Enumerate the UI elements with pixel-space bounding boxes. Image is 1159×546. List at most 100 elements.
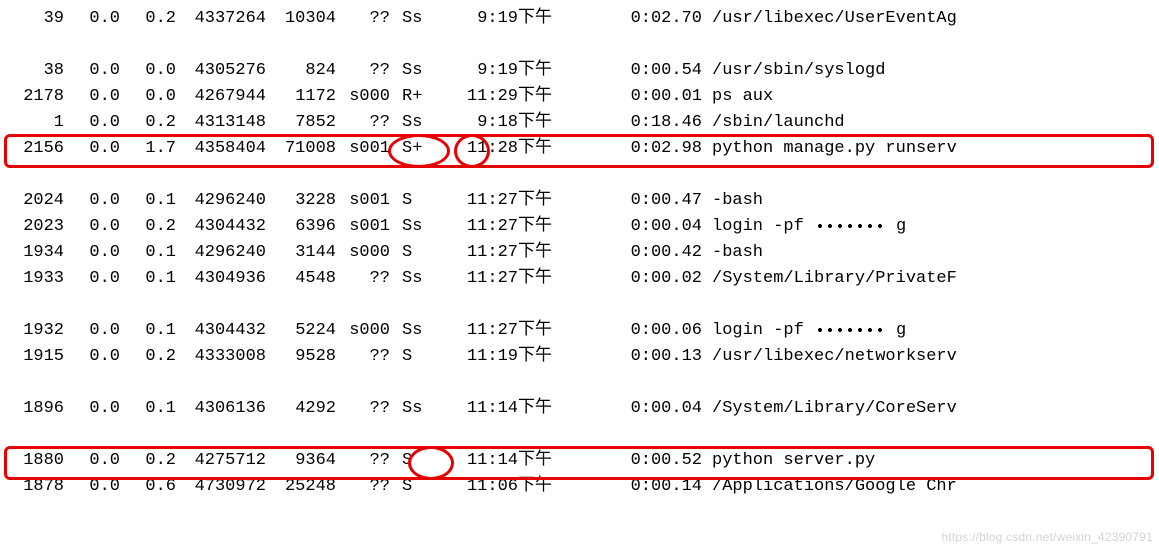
col-tty: s001 [336,214,390,240]
col-command: ps aux [702,84,773,110]
col-rss: 3228 [266,188,336,214]
col-time: 0:00.47 [552,188,702,214]
cmd-suffix: g [896,217,906,236]
col-pid: 1932 [14,318,64,344]
col-command: /Applications/Google Chr [702,474,957,500]
col-stat: Ss [390,6,442,32]
col-cpu: 0.0 [64,214,120,240]
col-vsz: 4304432 [176,214,266,240]
col-mem: 0.2 [120,344,176,370]
cmd-prefix: login -pf [712,321,814,340]
col-start: 11:06下午 [442,474,552,500]
col-stat: Ss [390,266,442,292]
process-row: 19150.00.243330089528??S11:19下午0:00.13/u… [14,344,1145,370]
col-vsz: 4333008 [176,344,266,370]
col-vsz: 4358404 [176,136,266,162]
col-stat: Ss [390,58,442,84]
col-start: 11:27下午 [442,240,552,266]
col-cpu: 0.0 [64,6,120,32]
col-time: 0:00.14 [552,474,702,500]
col-tty: s000 [336,84,390,110]
process-row: 20240.00.142962403228s001S11:27下午0:00.47… [14,188,1145,214]
col-start: 11:14下午 [442,448,552,474]
col-tty: ?? [336,396,390,422]
col-rss: 9364 [266,448,336,474]
col-pid: 39 [14,6,64,32]
col-cpu: 0.0 [64,240,120,266]
col-time: 0:00.04 [552,396,702,422]
blank-row [14,370,1145,396]
redacted-username [814,323,896,337]
col-vsz: 4337264 [176,6,266,32]
col-rss: 824 [266,58,336,84]
col-mem: 0.1 [120,188,176,214]
process-row: 19340.00.142962403144s000S11:27下午0:00.42… [14,240,1145,266]
col-time: 0:00.02 [552,266,702,292]
col-stat: S [390,240,442,266]
col-rss: 25248 [266,474,336,500]
col-vsz: 4275712 [176,448,266,474]
col-start: 11:29下午 [442,84,552,110]
col-pid: 2024 [14,188,64,214]
watermark-text: https://blog.csdn.net/weixin_42390791 [941,530,1153,544]
col-cpu: 0.0 [64,188,120,214]
col-vsz: 4313148 [176,110,266,136]
col-mem: 0.1 [120,266,176,292]
col-vsz: 4267944 [176,84,266,110]
terminal-output: 390.00.2433726410304??Ss9:19下午0:02.70/us… [0,0,1159,500]
col-stat: S [390,474,442,500]
col-time: 0:00.01 [552,84,702,110]
col-vsz: 4296240 [176,240,266,266]
blank-row [14,292,1145,318]
col-rss: 6396 [266,214,336,240]
col-stat: R+ [390,84,442,110]
cmd-suffix: g [896,321,906,340]
col-mem: 0.6 [120,474,176,500]
col-time: 0:00.06 [552,318,702,344]
col-stat: Ss [390,110,442,136]
col-command: /usr/sbin/syslogd [702,58,885,84]
col-stat: Ss [390,214,442,240]
col-mem: 0.2 [120,214,176,240]
col-vsz: 4305276 [176,58,266,84]
col-stat: S [390,344,442,370]
col-time: 0:00.42 [552,240,702,266]
col-rss: 71008 [266,136,336,162]
col-mem: 0.2 [120,448,176,474]
col-command: python manage.py runserv [702,136,957,162]
process-row: 21560.01.7435840471008s001S+11:28下午0:02.… [14,136,1145,162]
process-row: 19330.00.143049364548??Ss11:27下午0:00.02/… [14,266,1145,292]
col-start: 9:18下午 [442,110,552,136]
col-tty: ?? [336,58,390,84]
col-tty: ?? [336,448,390,474]
redacted-username [814,219,896,233]
col-pid: 1 [14,110,64,136]
process-row: 380.00.04305276824??Ss9:19下午0:00.54/usr/… [14,58,1145,84]
col-vsz: 4730972 [176,474,266,500]
col-mem: 0.0 [120,58,176,84]
col-pid: 1933 [14,266,64,292]
col-time: 0:02.98 [552,136,702,162]
col-time: 0:00.04 [552,214,702,240]
col-mem: 1.7 [120,136,176,162]
col-rss: 10304 [266,6,336,32]
col-start: 11:27下午 [442,266,552,292]
col-rss: 4292 [266,396,336,422]
col-rss: 3144 [266,240,336,266]
col-time: 0:00.54 [552,58,702,84]
process-row: 19320.00.143044325224s000Ss11:27下午0:00.0… [14,318,1145,344]
col-time: 0:00.52 [552,448,702,474]
col-command: /System/Library/CoreServ [702,396,957,422]
col-start: 9:19下午 [442,58,552,84]
col-cpu: 0.0 [64,396,120,422]
process-row: 21780.00.042679441172s000R+11:29下午0:00.0… [14,84,1145,110]
col-command: -bash [702,188,763,214]
col-pid: 2178 [14,84,64,110]
col-vsz: 4304432 [176,318,266,344]
col-command: /usr/libexec/networkserv [702,344,957,370]
col-command: /sbin/launchd [702,110,845,136]
col-time: 0:00.13 [552,344,702,370]
blank-row [14,422,1145,448]
col-stat: S+ [390,136,442,162]
col-start: 11:19下午 [442,344,552,370]
